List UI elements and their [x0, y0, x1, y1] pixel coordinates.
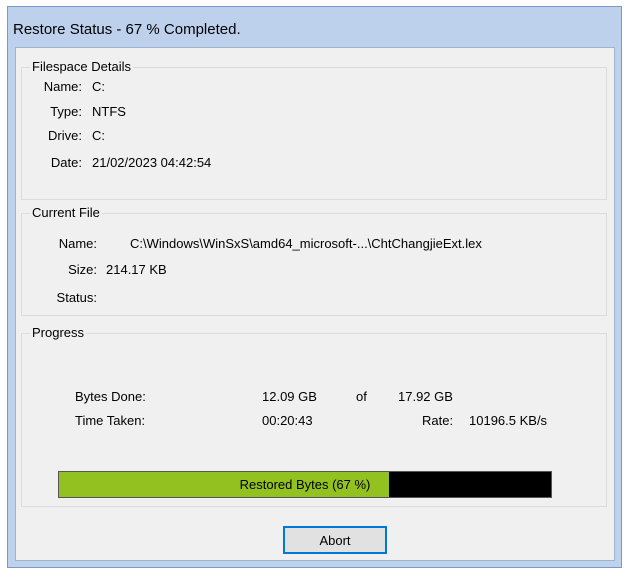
restore-status-window: Restore Status - 67 % Completed. Filespa…	[7, 6, 622, 568]
bytes-done-value: 12.09 GB	[262, 389, 317, 404]
filespace-type-label: Type:	[50, 104, 82, 119]
filespace-details-group: Filespace Details Name: C: Type: NTFS Dr…	[21, 59, 607, 200]
time-taken-label: Time Taken:	[75, 413, 146, 428]
progress-legend: Progress	[30, 325, 87, 341]
bytes-total-value: 17.92 GB	[398, 389, 453, 404]
filespace-name-label: Name:	[43, 79, 82, 94]
filespace-drive-label: Drive:	[48, 128, 82, 143]
current-file-status-label: Status:	[56, 290, 97, 305]
current-file-legend: Current File	[30, 205, 102, 221]
rate-label: Rate:	[422, 413, 454, 428]
bytes-done-label: Bytes Done:	[75, 389, 146, 404]
filespace-date-label: Date:	[50, 155, 82, 170]
filespace-name-value: C:	[92, 79, 105, 94]
rate-value: 10196.5 KB/s	[469, 413, 548, 428]
time-taken-value: 00:20:43	[262, 413, 313, 428]
abort-button[interactable]: Abort	[283, 526, 387, 554]
current-file-size-label: Size:	[68, 262, 97, 277]
current-file-name-value: C:\Windows\WinSxS\amd64_microsoft-...\Ch…	[130, 236, 482, 251]
progress-bar-text: Restored Bytes (67 %)	[239, 477, 371, 492]
dialog-client-area: Filespace Details Name: C: Type: NTFS Dr…	[15, 47, 615, 561]
filespace-type-value: NTFS	[92, 104, 126, 119]
current-file-name-label: Name:	[58, 236, 97, 251]
current-file-size-value: 214.17 KB	[106, 262, 167, 277]
filespace-date-value: 21/02/2023 04:42:54	[92, 155, 212, 170]
title-bar[interactable]: Restore Status - 67 % Completed.	[8, 7, 621, 47]
restore-progress-bar: Restored Bytes (67 %)	[58, 471, 552, 498]
current-file-group: Current File Name: C:\Windows\WinSxS\amd…	[21, 205, 607, 316]
window-title: Restore Status - 67 % Completed.	[13, 21, 241, 38]
bytes-of-label: of	[356, 389, 367, 404]
filespace-details-legend: Filespace Details	[30, 59, 133, 75]
filespace-drive-value: C:	[92, 128, 105, 143]
progress-group: Progress Bytes Done: 12.09 GB of 17.92 G…	[21, 325, 607, 507]
